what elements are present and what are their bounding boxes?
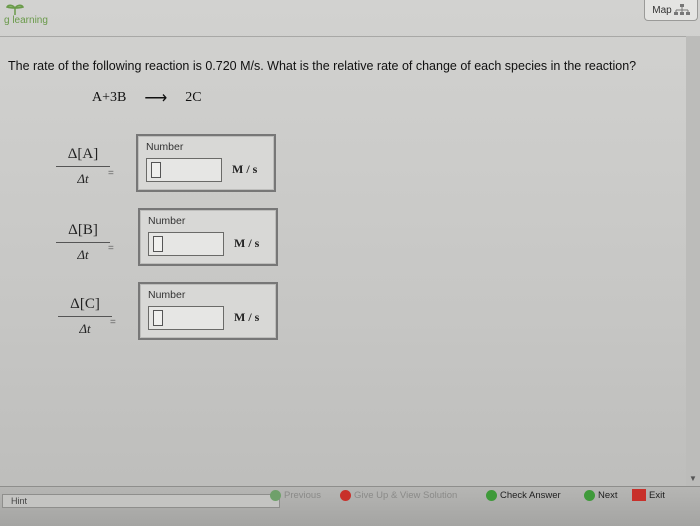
fraction-bar xyxy=(58,316,112,317)
number-label: Number xyxy=(148,289,186,301)
header-divider xyxy=(0,36,700,37)
sitemap-icon xyxy=(673,4,690,15)
reaction-equation: A+3B ⟶ 2C xyxy=(92,88,202,108)
answer-box-a: Number M / s xyxy=(136,134,276,192)
reaction-arrow: ⟶ xyxy=(144,90,168,107)
question-text: The rate of the following reaction is 0.… xyxy=(8,59,637,73)
exit-label: Exit xyxy=(649,489,665,501)
check-answer-label: Check Answer xyxy=(500,489,561,501)
vertical-scrollbar[interactable] xyxy=(686,36,700,486)
fraction-bar xyxy=(56,166,110,167)
next-icon xyxy=(584,489,595,501)
exit-button[interactable]: Exit xyxy=(632,487,665,503)
hint-label: Hint xyxy=(11,496,28,506)
page: g learning Map The rate of the following… xyxy=(0,0,700,526)
answer-input-c[interactable] xyxy=(148,306,224,330)
check-answer-button[interactable]: Check Answer xyxy=(486,487,561,503)
exit-icon xyxy=(632,489,646,501)
products: 2C xyxy=(185,90,202,105)
next-label: Next xyxy=(598,489,618,501)
rate-denominator: Δt xyxy=(77,247,89,262)
number-label: Number xyxy=(146,141,184,153)
unit-label: M / s xyxy=(234,310,260,324)
input-cursor xyxy=(153,310,163,326)
reactants: A+3B xyxy=(92,90,127,105)
answer-input-b[interactable] xyxy=(148,232,224,256)
rate-fraction-a: Δ[A] Δt xyxy=(56,146,110,187)
previous-button[interactable]: Previous xyxy=(270,487,321,503)
input-cursor xyxy=(153,236,163,252)
rate-fraction-b: Δ[B] Δt xyxy=(56,222,110,263)
answer-box-b: Number M / s xyxy=(138,208,278,266)
next-button[interactable]: Next xyxy=(584,487,618,503)
fraction-bar xyxy=(56,242,110,243)
answer-box-c: Number M / s xyxy=(138,282,278,340)
give-up-label: Give Up & View Solution xyxy=(354,489,458,501)
unit-label: M / s xyxy=(234,236,260,250)
previous-icon xyxy=(270,489,281,501)
input-cursor xyxy=(151,162,161,178)
rate-fraction-c: Δ[C] Δt xyxy=(58,296,112,337)
rate-denominator: Δt xyxy=(79,321,91,336)
equals-sign: = xyxy=(110,317,116,328)
give-up-icon xyxy=(340,489,351,501)
map-label: Map xyxy=(652,4,672,16)
bottom-toolbar: Hint Previous Give Up & View Solution Ch… xyxy=(0,486,700,526)
give-up-button[interactable]: Give Up & View Solution xyxy=(340,487,457,503)
check-icon xyxy=(486,489,497,501)
equals-sign: = xyxy=(108,243,114,254)
rate-numerator: Δ[C] xyxy=(70,296,100,312)
equals-sign: = xyxy=(108,168,114,179)
hint-button[interactable]: Hint xyxy=(2,494,280,508)
unit-label: M / s xyxy=(232,162,258,176)
map-button[interactable]: Map xyxy=(644,0,698,21)
logo-text: g learning xyxy=(4,15,48,26)
answer-input-a[interactable] xyxy=(146,158,222,182)
previous-label: Previous xyxy=(284,489,321,501)
scroll-down-icon[interactable]: ▼ xyxy=(687,474,699,484)
number-label: Number xyxy=(148,215,186,227)
brand-logo: g learning xyxy=(2,2,62,30)
rate-numerator: Δ[B] xyxy=(68,222,98,238)
rate-denominator: Δt xyxy=(77,171,89,186)
leaf-icon xyxy=(6,4,24,15)
rate-numerator: Δ[A] xyxy=(67,146,99,162)
